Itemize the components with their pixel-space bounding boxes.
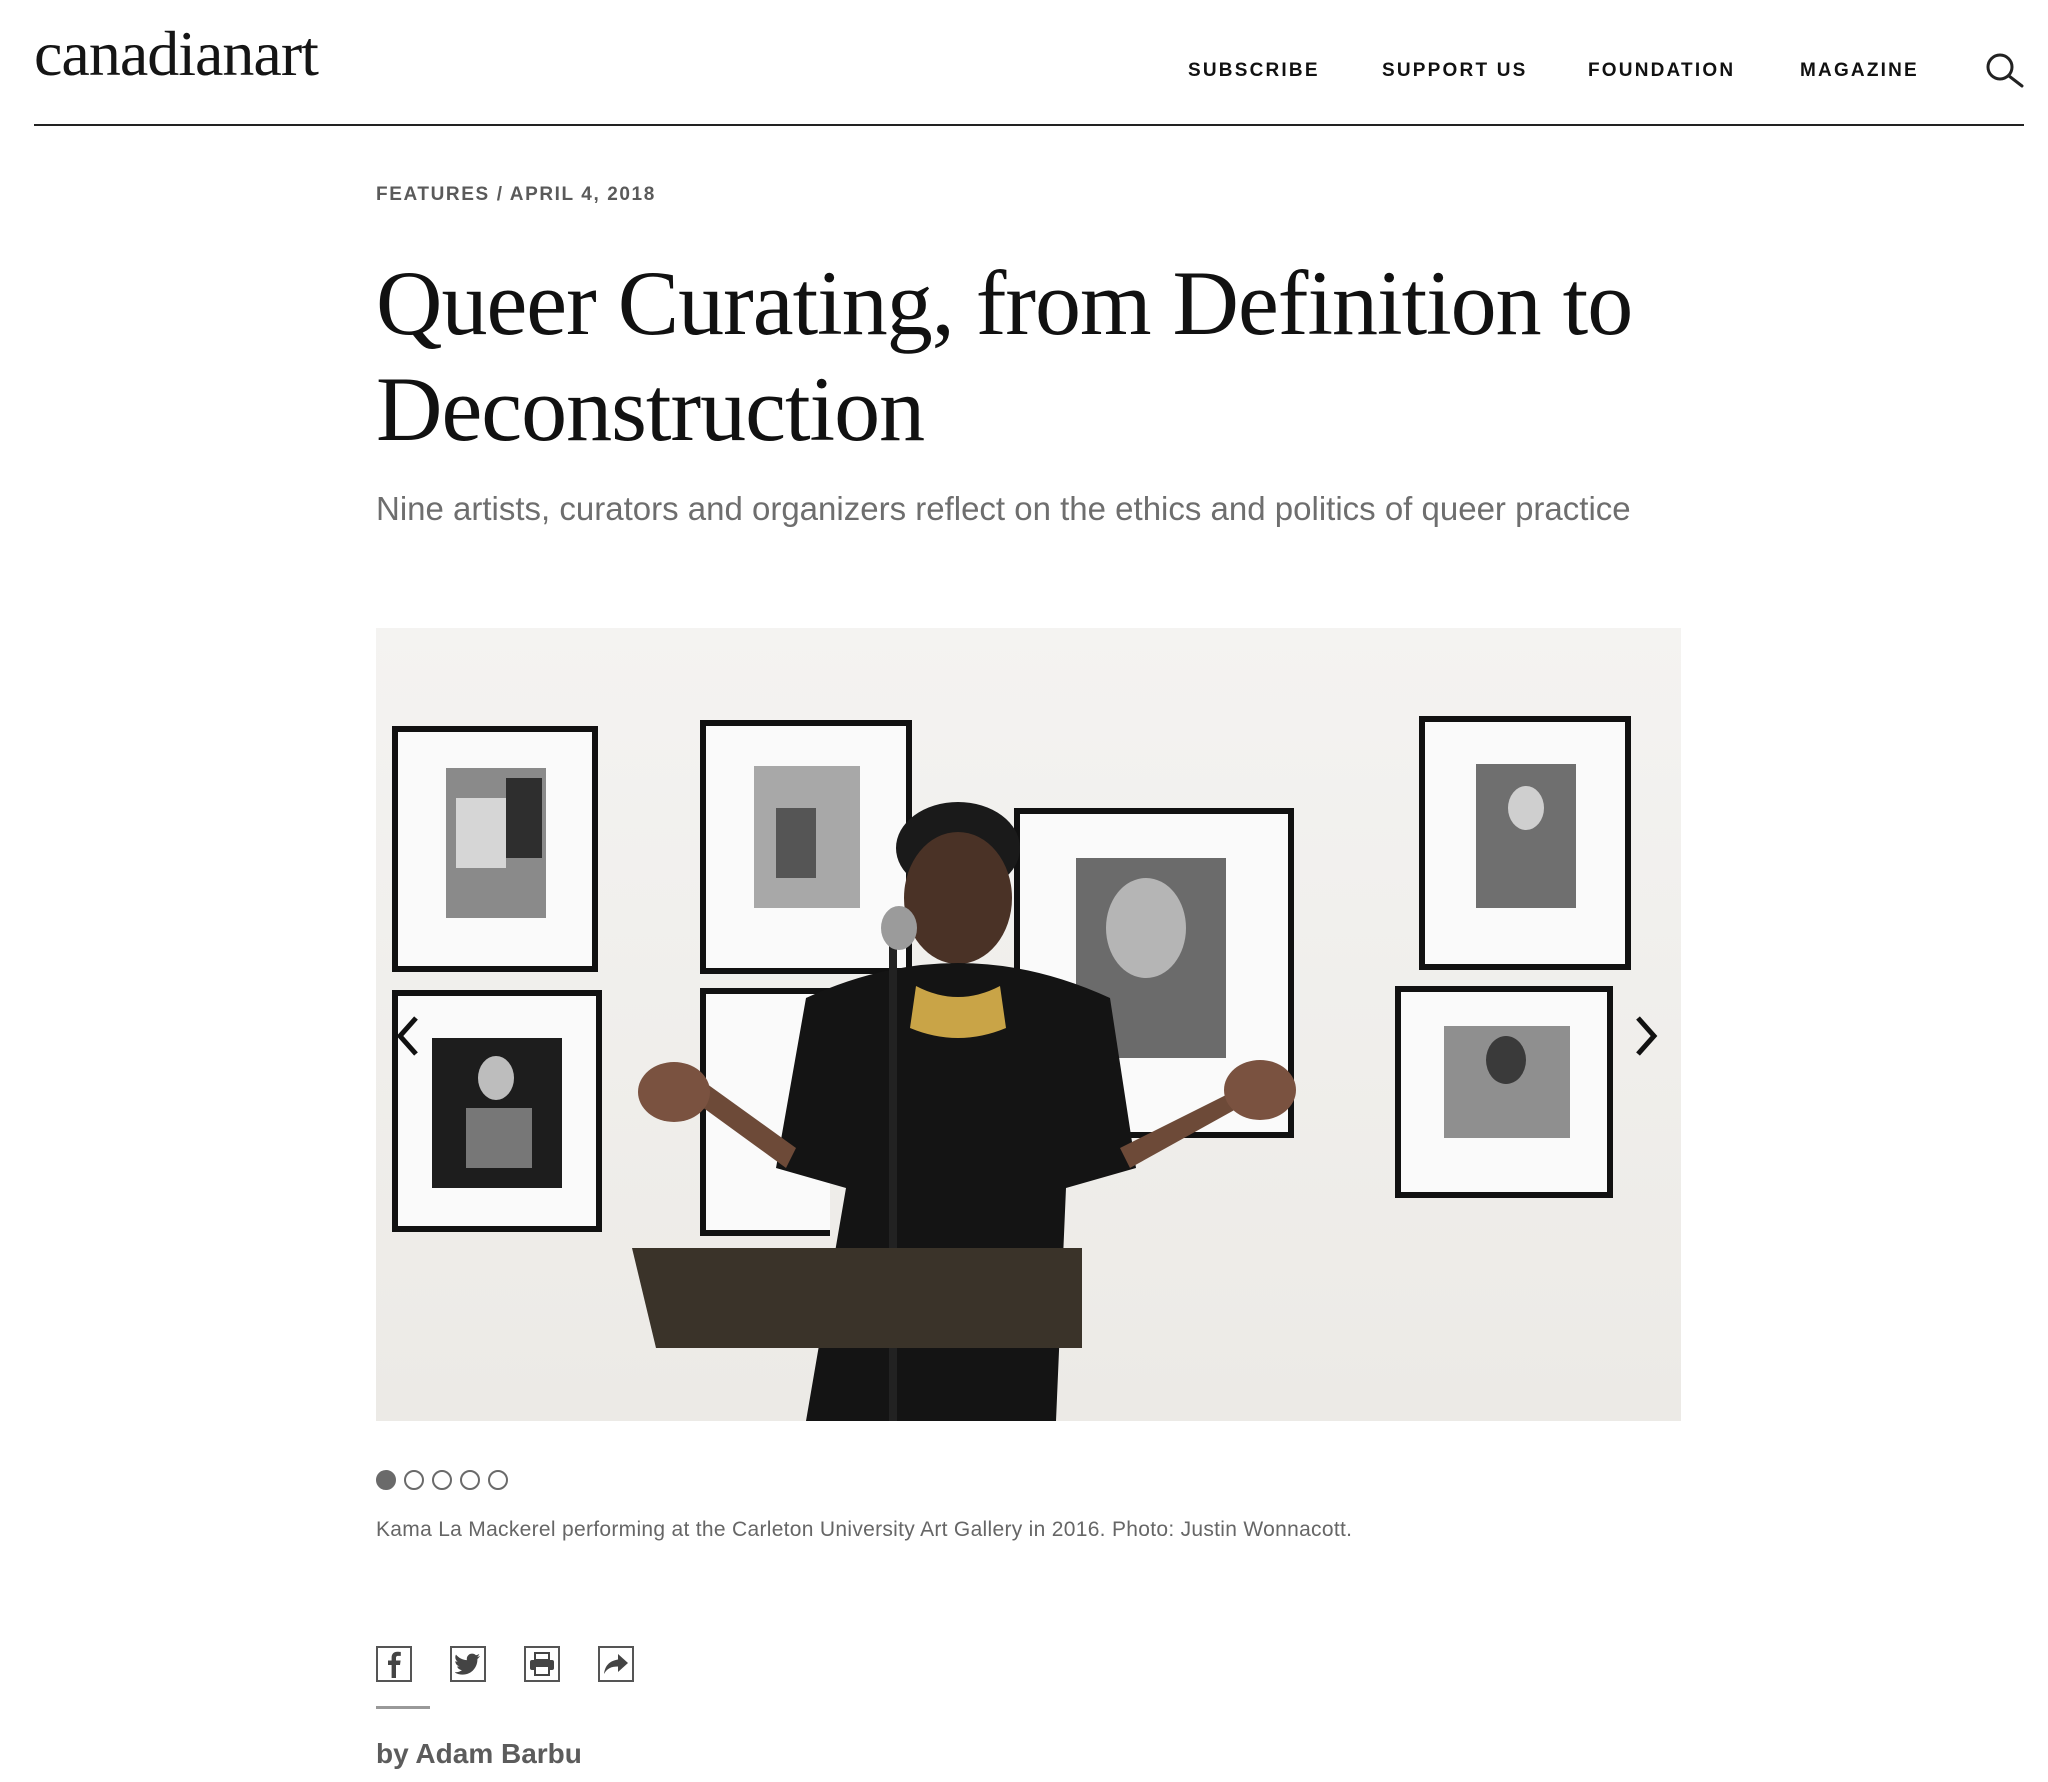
article-title: Queer Curating, from Definition to Decon… <box>376 252 1633 460</box>
slideshow-pagination <box>376 1470 508 1492</box>
slideshow-next-button[interactable] <box>1626 1006 1666 1066</box>
share-bar <box>376 1646 634 1682</box>
slide-image <box>376 628 1681 1421</box>
chevron-right-icon <box>1636 1016 1658 1056</box>
article-meta: FEATURES / APRIL 4, 2018 <box>376 184 656 206</box>
search-button[interactable] <box>1984 52 2026 90</box>
search-icon <box>1986 53 2024 88</box>
meta-separator: / <box>496 184 504 205</box>
main-nav: SUBSCRIBE SUPPORT US FOUNDATION MAGAZINE <box>0 60 2048 90</box>
nav-magazine[interactable]: MAGAZINE <box>1800 60 1919 82</box>
share-more-button[interactable] <box>598 1646 634 1682</box>
share-arrow-icon <box>604 1654 628 1674</box>
slide-dot-3[interactable] <box>432 1470 452 1490</box>
slideshow-prev-button[interactable] <box>388 1006 428 1066</box>
author-byline: by Adam Barbu <box>376 1738 582 1769</box>
share-facebook-button[interactable] <box>376 1646 412 1682</box>
share-divider <box>376 1706 430 1709</box>
share-twitter-button[interactable] <box>450 1646 486 1682</box>
slide-dot-4[interactable] <box>460 1470 480 1490</box>
slide-dot-5[interactable] <box>488 1470 508 1490</box>
facebook-icon <box>388 1651 401 1678</box>
print-icon <box>530 1652 554 1676</box>
article-date: APRIL 4, 2018 <box>509 184 656 205</box>
slide-dot-2[interactable] <box>404 1470 424 1490</box>
nav-support-us[interactable]: SUPPORT US <box>1382 60 1528 82</box>
chevron-left-icon <box>396 1016 418 1056</box>
print-button[interactable] <box>524 1646 560 1682</box>
nav-foundation[interactable]: FOUNDATION <box>1588 60 1735 82</box>
twitter-icon <box>455 1653 480 1675</box>
slide-dot-1[interactable] <box>376 1470 396 1490</box>
nav-subscribe[interactable]: SUBSCRIBE <box>1188 60 1320 82</box>
slide-caption: Kama La Mackerel performing at the Carle… <box>376 1518 1353 1541</box>
category-link[interactable]: FEATURES <box>376 184 490 205</box>
article-subtitle: Nine artists, curators and organizers re… <box>376 490 1631 527</box>
header-divider <box>34 124 2024 126</box>
image-slideshow[interactable] <box>376 628 1681 1421</box>
